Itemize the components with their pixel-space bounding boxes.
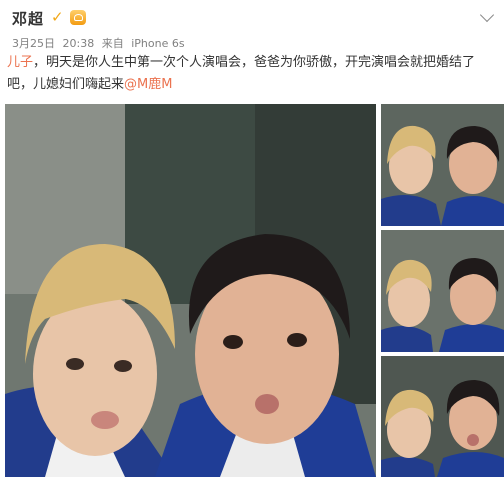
post-meta: 3月25日 20:38 来自 iPhone 6s (12, 35, 189, 51)
post-body: ，明天是你人生中第一次个人演唱会，爸爸为你骄傲，开完演唱会就把婚结了吧，儿媳妇们… (7, 55, 476, 92)
topic-link[interactable]: 儿子 (7, 55, 33, 70)
chevron-down-icon[interactable] (479, 7, 495, 23)
level-crown-icon (70, 10, 86, 25)
post-date[interactable]: 3月25日 (12, 37, 55, 50)
post-header: 邓超 ✓ 3月25日 20:38 来自 iPhone 6s (12, 6, 496, 50)
username[interactable]: 邓超 (12, 8, 44, 29)
thumbnail-3[interactable] (381, 356, 504, 477)
thumbnail-1[interactable] (381, 104, 504, 226)
thumbnail-2[interactable] (381, 230, 504, 352)
photo-grid (0, 104, 504, 477)
verified-v-icon: ✓ (51, 8, 64, 26)
source-prefix: 来自 (101, 37, 124, 50)
mention-link[interactable]: @M鹿M (124, 77, 172, 92)
post-time[interactable]: 20:38 (63, 37, 95, 50)
post-text: 儿子，明天是你人生中第一次个人演唱会，爸爸为你骄傲，开完演唱会就把婚结了吧，儿媳… (7, 52, 499, 96)
main-photo[interactable] (5, 104, 376, 477)
source-device[interactable]: iPhone 6s (131, 37, 184, 50)
